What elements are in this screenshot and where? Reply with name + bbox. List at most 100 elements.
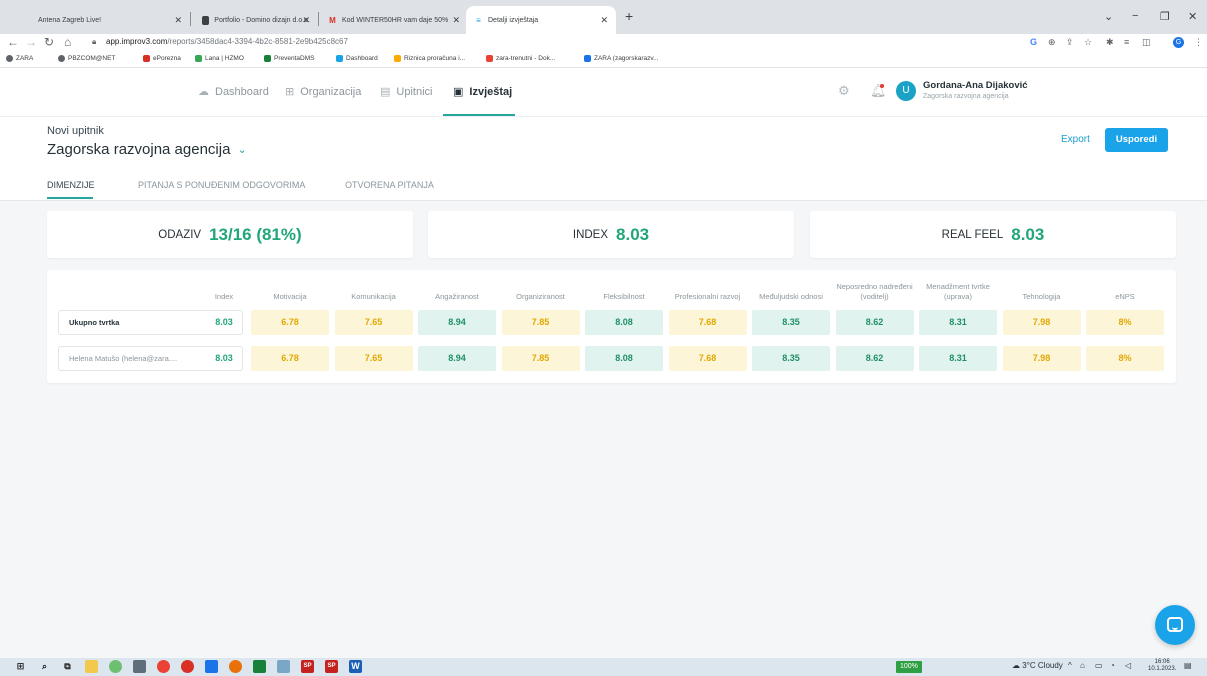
table-cell: 8.62 xyxy=(835,310,914,335)
organization-selector[interactable]: Zagorska razvojna agencija ⌄ xyxy=(47,141,247,158)
clock[interactable]: 16:06 10.1.2023. xyxy=(1148,659,1176,673)
share-icon[interactable]: ⇪ xyxy=(1066,36,1074,48)
file-explorer-icon[interactable] xyxy=(85,660,98,673)
profile-avatar[interactable]: G xyxy=(1173,37,1184,48)
browser-tab-portfolio[interactable]: Portfolio - Domino dizajn d.o.o. ✕ xyxy=(194,6,318,34)
bookmark-item[interactable]: Dashboard xyxy=(336,55,378,62)
bookmark-item[interactable]: Riznica proračuna i... xyxy=(394,55,465,62)
new-tab-icon[interactable]: + xyxy=(625,9,633,23)
wifi-icon[interactable]: ◔ xyxy=(1110,661,1115,670)
close-icon[interactable]: ✕ xyxy=(452,15,460,26)
gear-icon[interactable]: ⚙︎ xyxy=(838,83,850,99)
nav-organizacija[interactable]: ⊞ Organizacija xyxy=(285,85,361,99)
volume-icon[interactable]: ◁ xyxy=(1125,661,1131,670)
minimize-icon[interactable]: − xyxy=(1132,10,1138,22)
battery-icon[interactable]: ▭ xyxy=(1095,661,1103,670)
zoom-badge[interactable]: 100% xyxy=(896,661,922,673)
app-icon[interactable]: SP xyxy=(325,660,338,673)
forward-icon[interactable]: → xyxy=(25,35,37,49)
zoom-icon[interactable]: ⊕ xyxy=(1048,36,1056,48)
search-icon[interactable]: ⌕ xyxy=(38,660,51,673)
bookmark-item[interactable]: PBZCOM@NET xyxy=(58,55,115,62)
reload-icon[interactable]: ↻ xyxy=(44,35,54,49)
bell-icon[interactable]: 🔔︎ xyxy=(870,83,887,99)
org-chart-icon: ⊞ xyxy=(285,86,295,98)
kpi-card-index: INDEX 8.03 xyxy=(428,211,794,258)
browser-tab-gmail[interactable]: M Kod WINTER50HR vam daje 50% ✕ xyxy=(320,6,468,34)
weather-widget[interactable]: ☁︎ 3°C Cloudy xyxy=(1012,661,1063,670)
bookmark-label: ePorezna xyxy=(153,55,181,62)
notifications-icon[interactable]: ▤ xyxy=(1184,661,1192,670)
nav-izvjestaj[interactable]: ▣ Izvještaj xyxy=(453,85,512,99)
nav-dashboard[interactable]: ☁︎ Dashboard xyxy=(198,85,269,99)
trello-icon xyxy=(584,55,591,62)
app-icon[interactable] xyxy=(181,660,194,673)
browser-tab-antena[interactable]: Antena Zagreb Live! ✕ xyxy=(30,6,190,34)
app-icon[interactable]: SP xyxy=(301,660,314,673)
bookmark-item[interactable]: ePorezna xyxy=(143,55,181,62)
tab-pitanja-s-ponudenim-odgovorima[interactable]: PITANJA S PONUĐENIM ODGOVORIMA xyxy=(138,180,305,190)
improv-icon: ≡ xyxy=(476,15,481,25)
avatar[interactable]: U xyxy=(896,81,916,101)
index-value: 8.03 xyxy=(215,353,233,363)
table-cell: 8.31 xyxy=(919,346,997,371)
outlook-icon[interactable] xyxy=(205,660,218,673)
browser-tab-title: Kod WINTER50HR vam daje 50% xyxy=(342,16,449,24)
table-cell: 6.78 xyxy=(251,346,329,371)
bookmark-star-icon[interactable]: ☆ xyxy=(1084,36,1092,48)
compare-button[interactable]: Usporedi xyxy=(1105,128,1168,152)
form-icon: ▤ xyxy=(380,86,391,98)
url-host: app.improv3.com xyxy=(106,37,168,46)
user-name[interactable]: Gordana-Ana Dijaković xyxy=(923,80,1028,91)
chat-widget-button[interactable] xyxy=(1155,605,1195,645)
back-icon[interactable]: ← xyxy=(7,35,19,49)
tab-otvorena-pitanja[interactable]: OTVORENA PITANJA xyxy=(345,180,434,190)
close-icon[interactable]: ✕ xyxy=(302,15,310,26)
export-button[interactable]: Export xyxy=(1061,134,1090,145)
tab-search-icon[interactable]: ⌄ xyxy=(1104,10,1113,23)
side-panel-icon[interactable]: ◫ xyxy=(1142,36,1151,48)
extensions-icon[interactable]: ✱ xyxy=(1106,36,1114,48)
tab-dimenzije[interactable]: DIMENZIJE xyxy=(47,180,95,190)
bookmark-item[interactable]: PreventaDMS xyxy=(264,55,314,62)
word-icon[interactable]: W xyxy=(349,660,362,673)
windows-start-icon[interactable]: ⊞ xyxy=(14,660,27,673)
close-icon[interactable]: ✕ xyxy=(600,15,608,26)
nav-upitnici[interactable]: ▤ Upitnici xyxy=(380,85,432,99)
bookmark-item[interactable]: zara-trenutni - Dok... xyxy=(486,55,555,62)
calculator-icon[interactable] xyxy=(133,660,146,673)
home-icon[interactable]: ⌂ xyxy=(64,35,71,49)
chat-icon xyxy=(1167,617,1183,632)
chrome-icon[interactable] xyxy=(157,660,170,673)
browser-tab-report[interactable]: ≡ Detalji izvještaja ✕ xyxy=(466,6,616,34)
firefox-icon[interactable] xyxy=(229,660,242,673)
app-icon[interactable] xyxy=(109,660,122,673)
column-header: Komunikacija xyxy=(351,292,396,301)
excel-icon[interactable] xyxy=(253,660,266,673)
bookmark-item[interactable]: ZARA xyxy=(6,55,33,62)
tray-chevron-icon[interactable]: ^ xyxy=(1068,661,1072,670)
tab-active-indicator xyxy=(47,197,93,199)
clock-time: 16:06 xyxy=(1154,659,1170,665)
network-icon[interactable]: ⌂ xyxy=(1080,661,1085,670)
table-cell: 7.85 xyxy=(501,310,580,335)
bookmark-item[interactable]: ZARA (zagorskarazv... xyxy=(584,55,659,62)
reading-list-icon[interactable]: ≡ xyxy=(1124,36,1129,48)
kpi-card-odaziv: ODAZIV 13/16 (81%) xyxy=(47,211,413,258)
menu-kebab-icon[interactable]: ⋮ xyxy=(1194,36,1203,48)
table-cell: 8.08 xyxy=(585,346,663,371)
app-icon[interactable] xyxy=(277,660,290,673)
close-window-icon[interactable]: ✕ xyxy=(1188,10,1197,23)
lock-icon[interactable]: 🔒︎ xyxy=(92,35,96,49)
address-bar[interactable]: app.improv3.com/reports/3458dac4-3394-4b… xyxy=(106,35,348,49)
gmail-icon: M xyxy=(329,15,336,25)
page-icon xyxy=(202,15,210,25)
close-icon[interactable]: ✕ xyxy=(174,15,182,26)
task-view-icon[interactable]: ⧉ xyxy=(61,660,74,673)
table-cell: 8% xyxy=(1086,310,1164,335)
google-translate-icon[interactable]: G xyxy=(1030,36,1037,48)
improv-icon xyxy=(336,55,343,62)
bookmark-item[interactable]: Lana | HZMO xyxy=(195,55,244,62)
column-header: Neposredno nadređeni (voditelj) xyxy=(836,282,913,301)
restore-icon[interactable]: ❐ xyxy=(1160,10,1170,23)
